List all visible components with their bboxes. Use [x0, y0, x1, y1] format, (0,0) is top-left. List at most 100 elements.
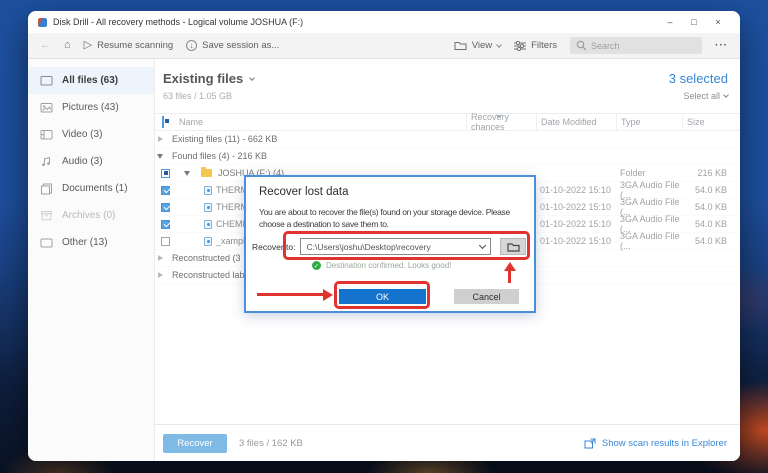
- dialog-body-text: You are about to recover the file(s) fou…: [259, 207, 510, 229]
- selection-summary: 3 files / 162 KB: [239, 437, 303, 449]
- play-icon: ▷: [83, 39, 93, 51]
- chevron-down-icon: [723, 92, 729, 98]
- confirmation-text: Destination confirmed. Looks good!: [326, 261, 452, 270]
- audio-icon: [42, 156, 50, 167]
- sidebar-item-label: Archives (0): [62, 210, 116, 221]
- filters-button[interactable]: Filters: [514, 40, 557, 51]
- view-dropdown[interactable]: View: [454, 40, 502, 51]
- home-icon[interactable]: ⌂: [64, 40, 71, 51]
- sidebar-item-label: Video (3): [62, 129, 103, 140]
- minimize-button[interactable]: –: [658, 17, 682, 27]
- more-options-icon[interactable]: ···: [715, 40, 728, 51]
- row-checkbox[interactable]: [161, 219, 170, 229]
- view-label: View: [471, 40, 493, 51]
- column-recovery-chances[interactable]: Recovery chances: [466, 112, 536, 132]
- annotation-arrow-to-browse-head: [503, 262, 516, 271]
- toolbar: ← ⌂ ▷ Resume scanning ↓ Save session as.…: [28, 33, 740, 59]
- save-session-button[interactable]: ↓ Save session as...: [186, 40, 279, 51]
- search-input[interactable]: [591, 40, 691, 51]
- recover-button[interactable]: Recover: [163, 433, 227, 453]
- sidebar-item-archives[interactable]: Archives (0): [28, 202, 154, 229]
- cell-date: 01-10-2022 15:10: [540, 202, 612, 212]
- selected-count: 3 selected: [668, 71, 728, 86]
- expand-arrow-icon[interactable]: [158, 255, 163, 261]
- cell-type: Folder: [620, 168, 646, 178]
- audio-file-icon: [204, 185, 212, 195]
- close-button[interactable]: ×: [706, 17, 730, 27]
- save-session-icon: ↓: [186, 40, 198, 51]
- column-label: Size: [687, 117, 705, 127]
- sidebar-item-audio[interactable]: Audio (3): [28, 148, 154, 175]
- sidebar-item-label: Pictures (43): [62, 102, 119, 113]
- title-bar: Disk Drill - All recovery methods - Logi…: [28, 11, 740, 33]
- column-label: Type: [621, 117, 641, 127]
- sidebar-item-label: Documents (1): [62, 183, 128, 194]
- row-checkbox[interactable]: [161, 236, 170, 246]
- dialog-title: Recover lost data: [259, 186, 349, 198]
- show-scan-results-link[interactable]: Show scan results in Explorer: [584, 438, 727, 449]
- table-header: Name Recovery chances Date Modified Type…: [155, 112, 740, 132]
- chevron-down-icon: [496, 41, 502, 48]
- view-folder-icon: [454, 42, 467, 50]
- external-link-icon: [584, 438, 596, 448]
- group-label: Reconstructed (3: [172, 253, 241, 263]
- sidebar-item-other[interactable]: Other (13): [28, 229, 154, 256]
- column-size[interactable]: Size: [682, 114, 740, 130]
- window-title: Disk Drill - All recovery methods - Logi…: [53, 17, 304, 27]
- cell-type: 3GA Audio File (...: [620, 231, 680, 251]
- expand-arrow-icon[interactable]: [158, 272, 163, 278]
- table-row-group[interactable]: Found files (4) - 216 KB: [155, 148, 740, 165]
- sidebar-item-video[interactable]: Video (3): [28, 121, 154, 148]
- back-icon[interactable]: ←: [40, 40, 51, 51]
- documents-icon: [41, 183, 52, 194]
- page-title: Existing files: [163, 71, 244, 86]
- app-icon: [38, 17, 47, 27]
- expand-arrow-icon[interactable]: [158, 136, 163, 142]
- collapse-arrow-icon[interactable]: [157, 153, 163, 159]
- cell-date: 01-10-2022 15:10: [540, 236, 612, 246]
- column-label: Date Modified: [541, 117, 597, 127]
- group-label: Reconstructed lab: [172, 270, 245, 280]
- sidebar-item-pictures[interactable]: Pictures (43): [28, 94, 154, 121]
- select-all-label: Select all: [683, 91, 720, 101]
- cancel-button[interactable]: Cancel: [454, 289, 519, 304]
- cell-size: 216 KB: [697, 168, 727, 178]
- annotation-box-destination: [283, 231, 530, 260]
- column-name[interactable]: Name: [179, 117, 466, 127]
- sidebar: All files (63) Pictures (43) Video (3) A…: [28, 59, 155, 461]
- select-all-dropdown[interactable]: Select all: [683, 91, 729, 101]
- cell-date: 01-10-2022 15:10: [540, 185, 612, 195]
- row-checkbox[interactable]: [161, 185, 170, 195]
- other-icon: [40, 238, 53, 248]
- sidebar-item-label: Audio (3): [62, 156, 103, 167]
- all-files-icon: [40, 76, 53, 86]
- disk-drill-window: Disk Drill - All recovery methods - Logi…: [28, 11, 740, 461]
- cell-date: 01-10-2022 15:10: [540, 219, 612, 229]
- table-row-group[interactable]: Existing files (11) - 662 KB: [155, 131, 740, 148]
- footer-bar: Recover 3 files / 162 KB Show scan resul…: [155, 424, 740, 461]
- column-date-modified[interactable]: Date Modified: [536, 114, 616, 130]
- filters-icon: [514, 40, 527, 51]
- resume-scanning-button[interactable]: ▷ Resume scanning: [83, 39, 174, 52]
- collapse-arrow-icon[interactable]: [184, 170, 190, 176]
- group-label: Existing files (11) - 662 KB: [172, 134, 278, 144]
- row-checkbox[interactable]: [161, 168, 170, 178]
- column-label: Recovery chances: [471, 112, 510, 132]
- audio-file-icon: [204, 219, 212, 229]
- annotation-arrow-to-browse: [508, 270, 511, 283]
- search-box[interactable]: [570, 37, 702, 54]
- cell-date: [536, 165, 616, 181]
- chevron-down-icon: [249, 74, 256, 81]
- column-type[interactable]: Type: [616, 114, 682, 130]
- sidebar-item-all-files[interactable]: All files (63): [28, 67, 154, 94]
- select-all-checkbox[interactable]: [162, 116, 164, 128]
- row-checkbox[interactable]: [161, 202, 170, 212]
- video-icon: [40, 130, 53, 140]
- annotation-box-ok: [334, 281, 430, 309]
- search-icon: [576, 40, 587, 51]
- view-title-dropdown[interactable]: Existing files: [163, 71, 256, 86]
- destination-confirmation: ✓ Destination confirmed. Looks good!: [312, 261, 451, 270]
- main-panel: Existing files 63 files / 1.05 GB 3 sele…: [155, 59, 740, 461]
- maximize-button[interactable]: □: [682, 17, 706, 27]
- sidebar-item-documents[interactable]: Documents (1): [28, 175, 154, 202]
